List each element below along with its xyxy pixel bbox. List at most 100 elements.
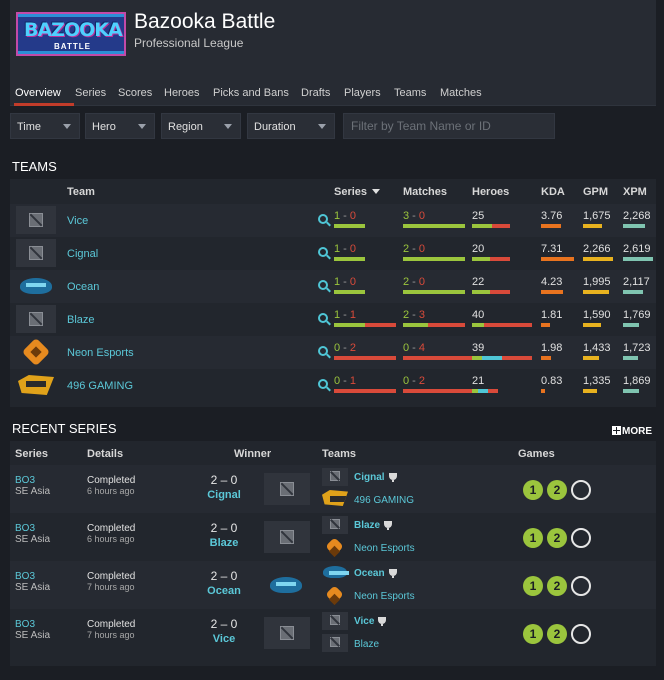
zoom-icon[interactable] xyxy=(318,379,328,389)
team-row[interactable]: Vice 1 - 0 3 - 0 25 3.76 1,675 2,268 xyxy=(10,204,656,237)
xpm-bar xyxy=(623,323,639,327)
series-region: SE Asia xyxy=(15,534,51,545)
series-row[interactable]: BO3 SE Asia Completed 6 hours ago 2 – 0 … xyxy=(10,513,656,561)
series-format[interactable]: BO3 xyxy=(15,475,35,486)
zoom-icon[interactable] xyxy=(318,313,328,323)
tab-heroes[interactable]: Heroes xyxy=(164,87,199,99)
gpm-bar xyxy=(583,323,601,327)
matches-bar xyxy=(403,389,473,393)
kda-bar xyxy=(541,356,551,360)
series-record: 1 - 0 xyxy=(334,243,357,255)
team-row[interactable]: Ocean 1 - 0 2 - 0 22 4.23 1,995 2,117 xyxy=(10,270,656,303)
team-row[interactable]: Cignal 1 - 0 2 - 0 20 7.31 2,266 2,619 xyxy=(10,237,656,270)
tab-picks-and-bans[interactable]: Picks and Bans xyxy=(213,87,289,99)
team-row[interactable]: Neon Esports 0 - 2 0 - 4 39 1.98 1,433 1… xyxy=(10,336,656,369)
heroes-bar-a xyxy=(472,356,482,360)
team-a-logo xyxy=(322,564,349,582)
game-2-badge[interactable]: 2 xyxy=(547,528,567,548)
time-filter[interactable]: Time xyxy=(10,113,80,139)
team-b-name[interactable]: Neon Esports xyxy=(354,543,415,554)
col-heroes[interactable]: Heroes xyxy=(472,186,509,198)
team-b-name[interactable]: Neon Esports xyxy=(354,591,415,602)
winner-name[interactable]: Blaze xyxy=(190,537,258,549)
team-name[interactable]: Blaze xyxy=(67,314,95,326)
zoom-icon[interactable] xyxy=(318,280,328,290)
series-bar xyxy=(334,290,365,294)
team-b-name[interactable]: 496 GAMING xyxy=(354,495,414,506)
xpm-value: 1,723 xyxy=(623,342,651,354)
team-name[interactable]: Vice xyxy=(67,215,88,227)
tab-matches[interactable]: Matches xyxy=(440,87,482,99)
series-format[interactable]: BO3 xyxy=(15,523,35,534)
game-2-badge[interactable]: 2 xyxy=(547,576,567,596)
col-team[interactable]: Team xyxy=(67,186,95,198)
game-1-badge[interactable]: 1 xyxy=(523,576,543,596)
team-a-logo xyxy=(322,468,348,486)
trophy-icon xyxy=(384,521,393,530)
team-a-name[interactable]: Blaze xyxy=(354,520,393,531)
series-row[interactable]: BO3 SE Asia Completed 7 hours ago 2 – 0 … xyxy=(10,561,656,609)
series-row[interactable]: BO3 SE Asia Completed 6 hours ago 2 – 0 … xyxy=(10,465,656,513)
tab-drafts[interactable]: Drafts xyxy=(301,87,330,99)
team-name[interactable]: 496 GAMING xyxy=(67,380,133,392)
gpm-bar xyxy=(583,356,599,360)
series-row[interactable]: BO3 SE Asia Completed 7 hours ago 2 – 0 … xyxy=(10,609,656,657)
team-a-name[interactable]: Ocean xyxy=(354,568,397,579)
zoom-icon[interactable] xyxy=(318,346,328,356)
trophy-icon xyxy=(388,473,397,482)
game-3-empty-badge xyxy=(571,576,591,596)
kda-bar xyxy=(541,224,561,228)
winner-name[interactable]: Ocean xyxy=(190,585,258,597)
team-a-name[interactable]: Cignal xyxy=(354,472,397,483)
series-bar xyxy=(334,356,396,360)
game-2-badge[interactable]: 2 xyxy=(547,480,567,500)
more-button[interactable]: MORE xyxy=(612,426,652,437)
hero-filter[interactable]: Hero xyxy=(85,113,155,139)
heroes-bar-c xyxy=(502,356,532,360)
col-games: Games xyxy=(518,448,555,460)
tab-teams[interactable]: Teams xyxy=(394,87,426,99)
team-row[interactable]: Blaze 1 - 1 2 - 3 40 1.81 1,590 1,769 xyxy=(10,303,656,336)
team-name[interactable]: Cignal xyxy=(67,248,98,260)
team-row[interactable]: 496 GAMING 0 - 1 0 - 2 21 0.83 1,335 1,8… xyxy=(10,369,656,402)
tab-overview[interactable]: Overview xyxy=(15,87,61,99)
game-1-badge[interactable]: 1 xyxy=(523,624,543,644)
tab-series[interactable]: Series xyxy=(75,87,106,99)
chevron-down-icon xyxy=(63,124,71,129)
series-format[interactable]: BO3 xyxy=(15,571,35,582)
winner-name[interactable]: Vice xyxy=(190,633,258,645)
team-b-name[interactable]: Blaze xyxy=(354,639,379,650)
winner-name[interactable]: Cignal xyxy=(190,489,258,501)
series-format[interactable]: BO3 xyxy=(15,619,35,630)
dota-logo-icon xyxy=(330,615,340,625)
zoom-icon[interactable] xyxy=(318,214,328,224)
dota-logo-icon xyxy=(330,519,340,529)
team-search-input[interactable] xyxy=(343,113,555,139)
team-name[interactable]: Neon Esports xyxy=(67,347,134,359)
dota-logo-icon xyxy=(29,213,43,227)
team-logo xyxy=(16,239,56,267)
team-logo xyxy=(16,337,56,367)
game-2-badge[interactable]: 2 xyxy=(547,624,567,644)
zoom-icon[interactable] xyxy=(318,247,328,257)
team-b-logo xyxy=(322,585,348,604)
team-name[interactable]: Ocean xyxy=(67,281,99,293)
game-1-badge[interactable]: 1 xyxy=(523,480,543,500)
col-xpm[interactable]: XPM xyxy=(623,186,647,198)
tab-players[interactable]: Players xyxy=(344,87,381,99)
tab-scores[interactable]: Scores xyxy=(118,87,152,99)
col-gpm[interactable]: GPM xyxy=(583,186,608,198)
dota-logo-icon xyxy=(280,626,294,640)
game-1-badge[interactable]: 1 xyxy=(523,528,543,548)
team-a-name[interactable]: Vice xyxy=(354,616,387,627)
col-matches[interactable]: Matches xyxy=(403,186,447,198)
duration-filter[interactable]: Duration xyxy=(247,113,335,139)
region-filter[interactable]: Region xyxy=(161,113,241,139)
col-kda[interactable]: KDA xyxy=(541,186,565,198)
series-record: 1 - 1 xyxy=(334,309,357,321)
gpm-bar xyxy=(583,389,597,393)
col-series[interactable]: Series xyxy=(334,186,381,198)
teams-section-title: TEAMS xyxy=(12,159,57,174)
team-logo xyxy=(16,206,56,234)
gpm-value: 1,675 xyxy=(583,210,611,222)
